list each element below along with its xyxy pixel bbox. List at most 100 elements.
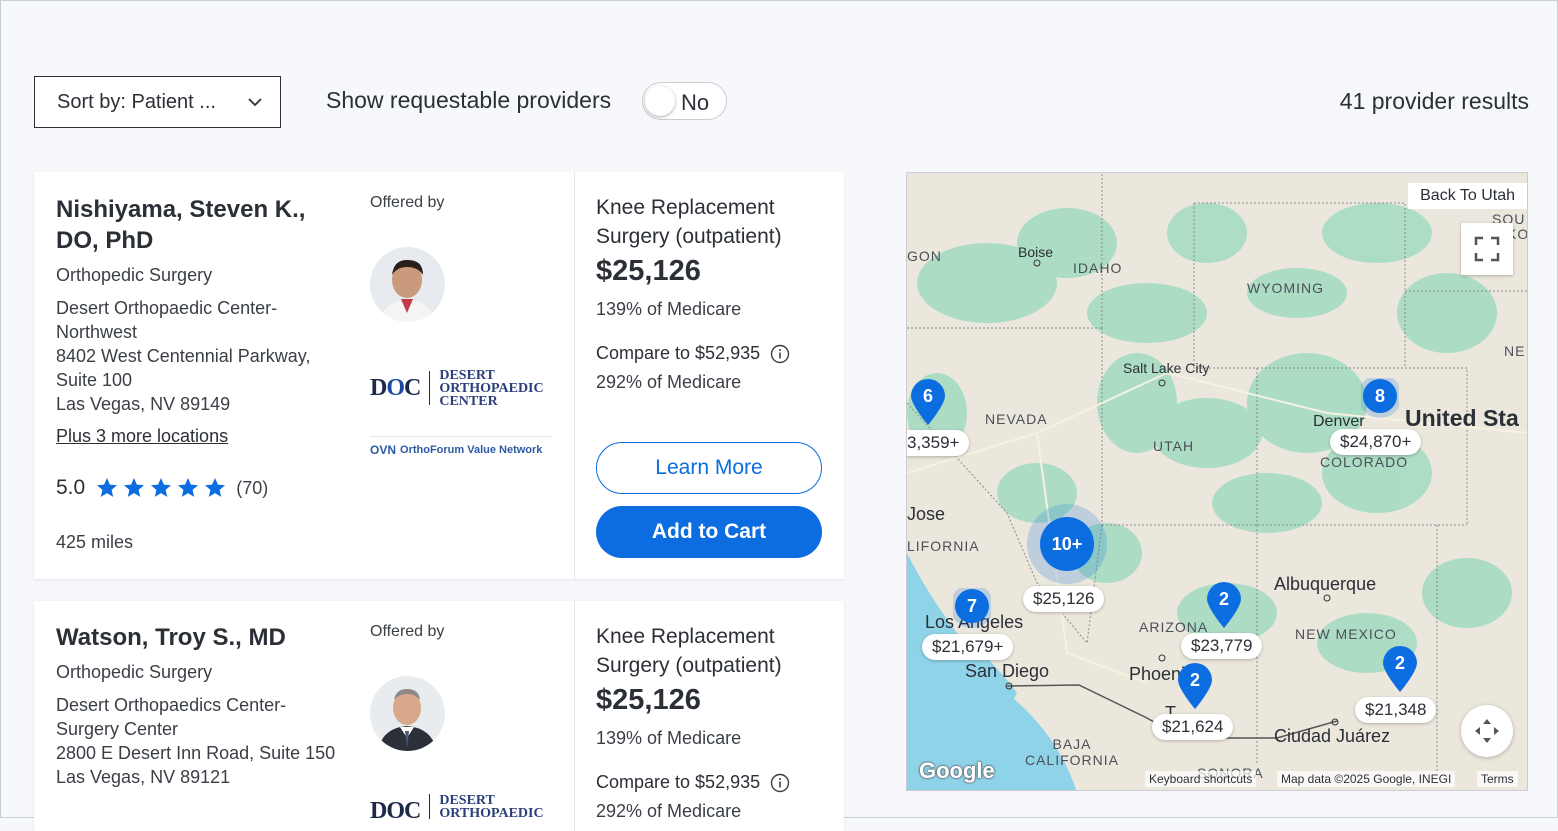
provider-address: Desert Orthopaedic Center-Northwest 8402… bbox=[56, 296, 346, 416]
compare-percent-medicare: 292% of Medicare bbox=[596, 801, 742, 821]
compare-label: Compare to $52,935 bbox=[596, 772, 761, 792]
map-pin[interactable]: 7 bbox=[950, 584, 994, 636]
address-line: Las Vegas, NV 89149 bbox=[56, 394, 231, 414]
google-logo: Google bbox=[919, 758, 995, 783]
logo-divider bbox=[429, 371, 431, 405]
add-to-cart-button[interactable]: Add to Cart bbox=[596, 506, 822, 558]
info-icon[interactable] bbox=[770, 344, 790, 364]
info-icon[interactable] bbox=[770, 773, 790, 793]
map-price-tag[interactable]: $21,348 bbox=[1355, 697, 1437, 723]
card-divider bbox=[574, 172, 575, 579]
address-line: Desert Orthopaedic Center-Northwest bbox=[56, 298, 278, 342]
chevron-down-icon bbox=[248, 98, 262, 107]
city-label: Albuquerque bbox=[1274, 574, 1377, 594]
map-pin[interactable]: 2 bbox=[1176, 662, 1214, 710]
provider-avatar bbox=[370, 676, 445, 751]
provider-card: Nishiyama, Steven K., DO, PhD Orthopedic… bbox=[34, 172, 844, 579]
rating-stars bbox=[95, 476, 227, 500]
map-data-attribution: Map data ©2025 Google, INEGI bbox=[1277, 771, 1456, 787]
state-label: BAJA CALIFORNIA bbox=[1024, 736, 1119, 768]
terms-link[interactable]: Terms bbox=[1477, 771, 1518, 787]
requestable-toggle[interactable]: No bbox=[642, 82, 727, 120]
star-icon bbox=[97, 478, 118, 497]
state-label: NEW MEXICO bbox=[1295, 626, 1397, 642]
logo-words: DESERT ORTHOPAEDIC bbox=[439, 794, 544, 819]
logo-words: DESERT ORTHOPAEDIC CENTER bbox=[439, 367, 544, 409]
pin-count: 6 bbox=[922, 386, 933, 406]
map-price-tag[interactable]: 3,359+ bbox=[907, 430, 970, 456]
card-divider bbox=[574, 601, 575, 831]
star-icon bbox=[151, 478, 172, 497]
recenter-button[interactable] bbox=[1461, 705, 1513, 757]
provider-avatar bbox=[370, 247, 445, 322]
city-label: Ciudad Juárez bbox=[1274, 726, 1391, 746]
keyboard-shortcuts-link[interactable]: Keyboard shortcuts bbox=[1145, 771, 1257, 787]
review-count[interactable]: (70) bbox=[236, 478, 268, 499]
more-locations-link[interactable]: Plus 3 more locations bbox=[56, 426, 228, 447]
city-label: San Diego bbox=[965, 661, 1050, 681]
map-pin[interactable]: 6 bbox=[909, 378, 947, 426]
map-pin[interactable]: 2 bbox=[1381, 645, 1419, 693]
offered-by-label: Offered by bbox=[370, 623, 445, 640]
city-label: Boise bbox=[1018, 244, 1054, 260]
desert-orthopaedic-logo: DOC DESERT ORTHOPAEDIC bbox=[370, 794, 554, 819]
learn-more-button[interactable]: Learn More bbox=[596, 442, 822, 494]
results-toolbar: Sort by: Patient ... Show requestable pr… bbox=[34, 75, 1529, 131]
city-label: Salt Lake City bbox=[1123, 360, 1210, 376]
map-price-tag[interactable]: $25,126 bbox=[1023, 586, 1105, 612]
map-cluster[interactable]: 10+ bbox=[1027, 504, 1107, 584]
address-line: Desert Orthopaedics Center-Surgery Cente… bbox=[56, 695, 287, 739]
pin-count: 7 bbox=[966, 596, 977, 616]
doc-mark: DOC bbox=[370, 798, 421, 819]
state-label: LIFORNIA bbox=[907, 538, 980, 554]
city-label: Jose bbox=[907, 504, 946, 524]
star-icon bbox=[205, 478, 226, 497]
results-count: 41 provider results bbox=[1339, 88, 1529, 114]
state-label: GON bbox=[907, 248, 942, 264]
provider-name[interactable]: Nishiyama, Steven K., DO, PhD bbox=[56, 194, 346, 256]
address-line: 8402 West Centennial Parkway, Suite 100 bbox=[56, 346, 311, 390]
country-label: United Sta bbox=[1405, 405, 1519, 431]
state-label: WYOMING bbox=[1247, 280, 1324, 296]
map-base bbox=[907, 173, 1527, 790]
price-percent-medicare: 139% of Medicare bbox=[596, 299, 742, 319]
provider-name[interactable]: Watson, Troy S., MD bbox=[56, 622, 346, 653]
state-label: UTAH bbox=[1153, 438, 1195, 454]
map-pin[interactable]: 8 bbox=[1358, 374, 1402, 426]
provider-map[interactable]: IDAHO WYOMING NEVADA UTAH COLORADO ARIZO… bbox=[906, 172, 1528, 791]
compare-price: Compare to $52,935 bbox=[596, 772, 790, 793]
desert-orthopaedic-logo: DOC DESERT ORTHOPAEDIC CENTER bbox=[370, 368, 554, 408]
cluster-count: 10+ bbox=[1040, 517, 1094, 571]
offered-by-label: Offered by bbox=[370, 194, 445, 211]
fullscreen-button[interactable] bbox=[1461, 223, 1513, 275]
pin-count: 2 bbox=[1218, 589, 1229, 609]
map-price-tag[interactable]: $21,624 bbox=[1152, 714, 1234, 740]
toggle-knob[interactable] bbox=[645, 86, 675, 116]
provider-distance: 425 miles bbox=[56, 532, 134, 552]
provider-card: Watson, Troy S., MD Orthopedic Surgery D… bbox=[34, 601, 844, 831]
procedure-price: $25,126 bbox=[596, 255, 701, 287]
procedure-name: Knee Replacement Surgery (outpatient) bbox=[596, 196, 782, 248]
recenter-icon bbox=[1475, 719, 1499, 743]
compare-price: Compare to $52,935 bbox=[596, 343, 790, 364]
map-price-tag[interactable]: $21,679+ bbox=[922, 634, 1014, 660]
provider-rating: 5.0 (70) bbox=[56, 476, 268, 500]
address-line: 2800 E Desert Inn Road, Suite 150 bbox=[56, 743, 336, 763]
fullscreen-icon bbox=[1474, 236, 1500, 262]
star-icon bbox=[124, 478, 145, 497]
procedure-name: Knee Replacement Surgery (outpatient) bbox=[596, 625, 782, 677]
toggle-value: No bbox=[681, 90, 710, 115]
compare-percent-medicare: 292% of Medicare bbox=[596, 372, 742, 392]
network-name: OrthoForum Value Network bbox=[400, 444, 543, 456]
sort-dropdown[interactable]: Sort by: Patient ... bbox=[34, 76, 281, 128]
compare-label: Compare to $52,935 bbox=[596, 343, 761, 363]
sort-label: Sort by: Patient ... bbox=[57, 90, 216, 113]
map-pin[interactable]: 2 bbox=[1205, 581, 1243, 629]
doc-mark: DOC bbox=[370, 374, 421, 401]
map-price-tag[interactable]: $24,870+ bbox=[1330, 429, 1422, 455]
procedure-price: $25,126 bbox=[596, 684, 701, 716]
map-price-tag[interactable]: $23,779 bbox=[1181, 633, 1263, 659]
state-label: IDAHO bbox=[1073, 260, 1123, 276]
back-to-state-button[interactable]: Back To Utah bbox=[1408, 183, 1527, 209]
ovn-mark: OVN bbox=[370, 443, 397, 457]
